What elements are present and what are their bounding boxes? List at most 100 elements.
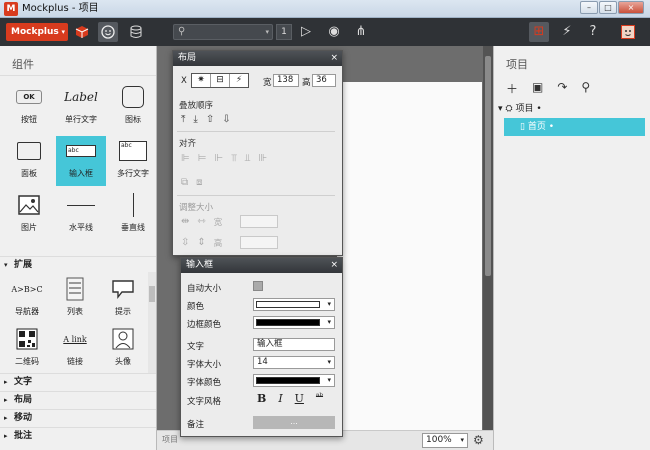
- component-tooltip[interactable]: 提示: [100, 274, 146, 322]
- section-move[interactable]: ▸ 移动: [0, 409, 156, 426]
- same-height-icon[interactable]: ⇳: [181, 237, 189, 249]
- component-label: 导航器: [15, 307, 39, 316]
- layout-panel-header[interactable]: 布局 ×: [173, 51, 342, 66]
- link-glyph-icon: A link: [63, 334, 87, 344]
- save-icon[interactable]: ▣: [532, 80, 543, 98]
- send-backward-icon[interactable]: ⇩: [222, 114, 230, 125]
- scroll-thumb[interactable]: [149, 286, 155, 302]
- zoom-select[interactable]: 100% ▾: [422, 433, 468, 448]
- page-search-input[interactable]: ⚲ ▾: [173, 24, 273, 40]
- component-panel[interactable]: 面板: [4, 136, 54, 186]
- component-label: 垂直线: [121, 223, 145, 232]
- section-extension[interactable]: ▾ 扩展: [0, 256, 156, 273]
- border-color-picker[interactable]: ▾: [253, 316, 335, 329]
- resize-width-input[interactable]: [240, 215, 278, 228]
- color-picker[interactable]: ▾: [253, 298, 335, 311]
- align-right-icon[interactable]: ⊩: [214, 153, 223, 164]
- text-input[interactable]: 输入框: [253, 338, 335, 351]
- component-label: 头像: [115, 357, 131, 366]
- distribute-v-icon[interactable]: ⧈: [196, 177, 202, 188]
- font-color-label: 字体颜色: [187, 378, 222, 388]
- component-vline[interactable]: 垂直线: [108, 190, 158, 240]
- bring-to-front-icon[interactable]: ⤒: [181, 114, 185, 125]
- component-input[interactable]: abc 输入框: [56, 136, 106, 186]
- search-icon[interactable]: ⚲: [581, 80, 590, 98]
- font-size-select[interactable]: 14 ▾: [253, 356, 335, 369]
- height-input[interactable]: 36: [312, 74, 336, 87]
- align-top-icon[interactable]: ⫪: [231, 153, 237, 164]
- bring-forward-icon[interactable]: ⇧: [206, 114, 214, 125]
- bolt-icon[interactable]: ⚡: [557, 22, 577, 42]
- section-layout[interactable]: ▸ 布局: [0, 391, 156, 408]
- close-icon[interactable]: ×: [330, 51, 338, 66]
- stretch-width-icon[interactable]: ⇿: [197, 216, 205, 228]
- input-panel-title: 输入框: [186, 260, 214, 270]
- component-avatar[interactable]: 头像: [100, 324, 146, 372]
- close-icon[interactable]: ×: [330, 258, 338, 273]
- smiley-icon[interactable]: [98, 22, 118, 42]
- database-icon[interactable]: [126, 22, 146, 42]
- component-link[interactable]: A link 链接: [52, 324, 98, 372]
- distribute-h-icon[interactable]: ⧉: [181, 177, 188, 188]
- bolt-icon[interactable]: ⚡: [230, 74, 248, 87]
- minimize-button[interactable]: –: [580, 1, 598, 14]
- align-middle-icon[interactable]: ⫫: [245, 153, 251, 164]
- section-text[interactable]: ▸ 文字: [0, 373, 156, 390]
- same-width-icon[interactable]: ⇹: [181, 216, 189, 228]
- components-scrollbar[interactable]: [148, 272, 156, 384]
- component-label: 提示: [115, 307, 131, 316]
- tree-item-project[interactable]: ▾ ⛭ 项目 •: [494, 100, 650, 118]
- chevron-right-icon: ▸: [4, 378, 8, 386]
- button-glyph-icon: OK: [16, 90, 42, 104]
- bold-button[interactable]: B: [257, 392, 266, 405]
- close-button[interactable]: ×: [618, 1, 644, 14]
- component-navigator[interactable]: A>B>C 导航器: [4, 274, 50, 322]
- align-center-icon[interactable]: ⊨: [198, 153, 207, 164]
- share-icon[interactable]: ⋔: [351, 22, 371, 42]
- add-page-icon[interactable]: ＋: [506, 80, 518, 98]
- align-left-icon[interactable]: ⊫: [181, 153, 190, 164]
- gear-icon[interactable]: ⚙: [473, 433, 484, 447]
- component-qrcode[interactable]: 二维码: [4, 324, 50, 372]
- font-color-picker[interactable]: ▾: [253, 374, 335, 387]
- component-list[interactable]: 列表: [52, 274, 98, 322]
- stretch-height-icon[interactable]: ⇕: [197, 237, 205, 249]
- auto-size-checkbox[interactable]: [253, 281, 263, 291]
- input-panel-header[interactable]: 输入框 ×: [181, 258, 342, 273]
- note-button[interactable]: ...: [253, 416, 335, 429]
- main-toolbar: Mockplus ▾ ⚲ ▾ 1 ▷ ◉ ⋔ ⊞ ⚡ ?: [0, 18, 650, 46]
- play-icon[interactable]: ▷: [296, 22, 316, 42]
- width-input[interactable]: 138: [273, 74, 299, 87]
- component-hline[interactable]: 水平线: [56, 190, 106, 240]
- italic-button[interactable]: I: [278, 392, 282, 405]
- anchor-fill-icon[interactable]: ⊟: [211, 74, 230, 87]
- border-color-label: 边框颜色: [187, 320, 222, 330]
- help-icon[interactable]: ?: [583, 22, 603, 42]
- redo-icon[interactable]: ↷: [557, 80, 567, 98]
- strikethrough-button[interactable]: ᵃᵇ: [316, 392, 323, 405]
- resize-height-input[interactable]: [240, 236, 278, 249]
- canvas-scrollbar[interactable]: [483, 46, 493, 430]
- cube-icon[interactable]: [72, 22, 92, 42]
- component-image[interactable]: 图片: [4, 190, 54, 240]
- eye-icon[interactable]: ◉: [324, 22, 344, 42]
- align-bottom-icon[interactable]: ⊪: [258, 153, 267, 164]
- page-number-field[interactable]: 1: [276, 24, 292, 40]
- underline-button[interactable]: U: [295, 392, 304, 405]
- section-annotation[interactable]: ▸ 批注: [0, 427, 156, 444]
- grid-icon[interactable]: ⊞: [529, 22, 549, 42]
- avatar-icon[interactable]: [618, 22, 638, 42]
- stack-order-buttons: ⤒ ⤓ ⇧ ⇩: [181, 114, 231, 125]
- component-button[interactable]: OK 按钮: [4, 82, 54, 132]
- send-to-back-icon[interactable]: ⤓: [193, 114, 197, 125]
- component-icon[interactable]: 图标: [108, 82, 158, 132]
- canvas-page[interactable]: [337, 82, 482, 430]
- component-label-text[interactable]: Label 单行文字: [56, 82, 106, 132]
- mockplus-menu-button[interactable]: Mockplus ▾: [6, 23, 68, 41]
- layout-panel-title: 布局: [178, 53, 197, 63]
- maximize-button[interactable]: □: [599, 1, 617, 14]
- component-textarea[interactable]: abc 多行文字: [108, 136, 158, 186]
- scroll-thumb[interactable]: [485, 56, 491, 276]
- anchor-center-icon[interactable]: ✷: [192, 74, 211, 87]
- tree-item-home[interactable]: ▯ 首页 •: [504, 118, 645, 136]
